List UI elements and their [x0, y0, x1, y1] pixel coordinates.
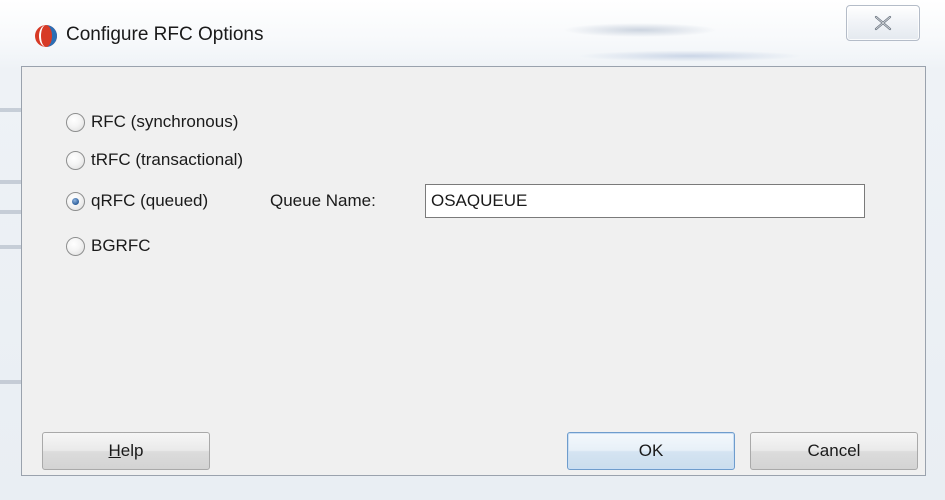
help-label: elp — [120, 441, 144, 460]
window-left-edge — [0, 70, 22, 500]
option-label: tRFC (transactional) — [91, 150, 244, 169]
option-bgrfc[interactable]: BGRFC — [66, 233, 151, 259]
radio-qrfc-queued[interactable] — [66, 191, 85, 211]
option-label: RFC (synchronous) — [91, 112, 239, 131]
ok-button[interactable]: OK — [567, 432, 735, 470]
help-mnemonic: H — [108, 441, 121, 460]
close-button[interactable] — [846, 5, 920, 41]
title-bar[interactable]: Configure RFC Options — [0, 0, 945, 68]
dialog-window: Configure RFC Options RFC (synchronous) … — [0, 0, 945, 500]
option-label: qRFC (queued) — [91, 191, 209, 210]
option-trfc-transactional[interactable]: tRFC (transactional) — [66, 147, 243, 173]
queue-name-label: Queue Name: — [270, 191, 376, 210]
help-button[interactable]: Help — [42, 432, 210, 470]
radio-rfc-synchronous[interactable] — [66, 112, 85, 132]
option-rfc-synchronous[interactable]: RFC (synchronous) — [66, 109, 238, 135]
options-panel: RFC (synchronous) tRFC (transactional) q… — [21, 66, 926, 476]
dialog-title: Configure RFC Options — [66, 24, 264, 45]
radio-bgrfc[interactable] — [66, 236, 85, 256]
cancel-button[interactable]: Cancel — [750, 432, 918, 470]
oracle-app-icon — [34, 24, 58, 48]
option-qrfc-queued[interactable]: qRFC (queued) — [66, 188, 208, 214]
close-icon — [874, 15, 892, 31]
queue-name-input[interactable] — [425, 184, 865, 218]
option-label: BGRFC — [91, 236, 151, 255]
radio-trfc-transactional[interactable] — [66, 150, 85, 170]
